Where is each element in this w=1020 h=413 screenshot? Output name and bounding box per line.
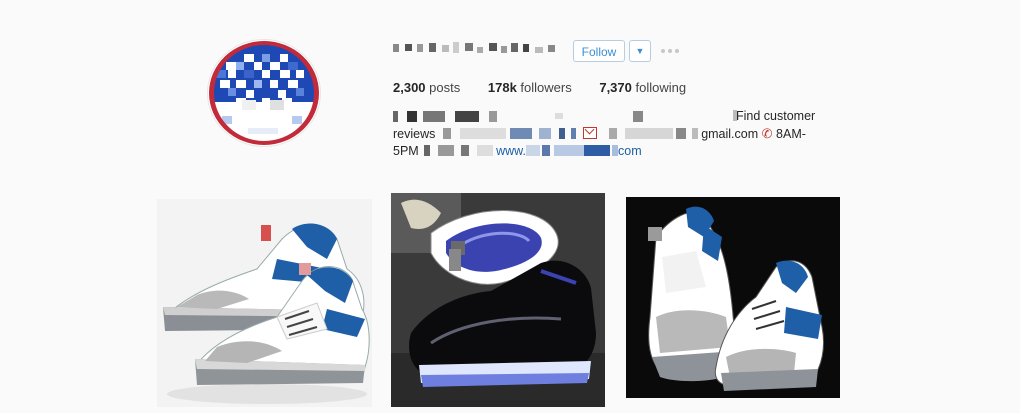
- redacted-text: [633, 111, 643, 122]
- redacted-text: [460, 128, 507, 139]
- redacted-text: [476, 145, 493, 156]
- following-stat[interactable]: 7,370 following: [599, 80, 686, 95]
- dropdown-arrow-icon: ▼: [635, 46, 645, 56]
- posts-label: posts: [429, 80, 461, 95]
- suggestions-dropdown-button[interactable]: ▼: [629, 40, 651, 62]
- phone-icon: ✆: [761, 126, 773, 141]
- hours-text: 8AM-: [776, 127, 806, 141]
- website-tld: com: [618, 144, 642, 158]
- post-thumbnail-2[interactable]: [391, 193, 605, 407]
- redacted-text: [437, 145, 454, 156]
- redacted-text: [542, 145, 550, 156]
- redacted-text: [407, 111, 417, 122]
- bio-text: Find customer: [736, 109, 816, 123]
- bio-line-3: 5PM www. com: [393, 143, 642, 160]
- redacted-text: [424, 145, 431, 156]
- following-count: 7,370: [599, 80, 632, 95]
- redacted-text: [509, 128, 532, 139]
- profile-avatar[interactable]: [208, 40, 320, 146]
- profile-stats: 2,300 posts 178k followers 7,370 followi…: [393, 80, 686, 95]
- redacted-text: [555, 113, 563, 119]
- redacted-text: [676, 128, 687, 139]
- redacted-text: [609, 128, 618, 139]
- redacted-text: [691, 128, 698, 139]
- redacted-text: [624, 128, 673, 139]
- more-icon[interactable]: [661, 44, 681, 58]
- redacted-text: [442, 128, 451, 139]
- redacted-text: [461, 145, 470, 156]
- bio-text: reviews: [393, 127, 436, 141]
- redacted-text: [423, 111, 445, 122]
- website-prefix: www.: [496, 144, 526, 158]
- mail-icon: [582, 127, 597, 139]
- post-thumbnail-1[interactable]: [157, 199, 372, 407]
- redacted-text: [393, 111, 398, 122]
- hours-text: 5PM: [393, 144, 419, 158]
- follow-button[interactable]: Follow: [573, 40, 625, 62]
- redacted-text: [455, 111, 479, 122]
- website-link[interactable]: www. com: [496, 144, 642, 158]
- followers-count: 178k: [487, 80, 517, 95]
- email-domain: gmail.com: [701, 127, 759, 141]
- posts-count: 2,300: [393, 80, 426, 95]
- username-redacted: [393, 38, 563, 60]
- redacted-text: [489, 111, 497, 122]
- bio-line-2: reviews gmail.com ✆ 8AM-: [393, 125, 806, 143]
- redacted-text: [554, 145, 584, 156]
- redacted-text: [526, 145, 540, 156]
- redacted-text: [571, 128, 577, 139]
- followers-label: followers: [520, 80, 572, 95]
- redacted-text: [558, 128, 565, 139]
- followers-stat[interactable]: 178k followers: [488, 80, 575, 95]
- bio-line-1: Find customer: [393, 108, 823, 125]
- post-thumbnail-3[interactable]: [626, 197, 840, 398]
- redacted-text: [539, 128, 552, 139]
- redacted-text: [584, 145, 610, 156]
- posts-stat[interactable]: 2,300 posts: [393, 80, 464, 95]
- following-label: following: [635, 80, 687, 95]
